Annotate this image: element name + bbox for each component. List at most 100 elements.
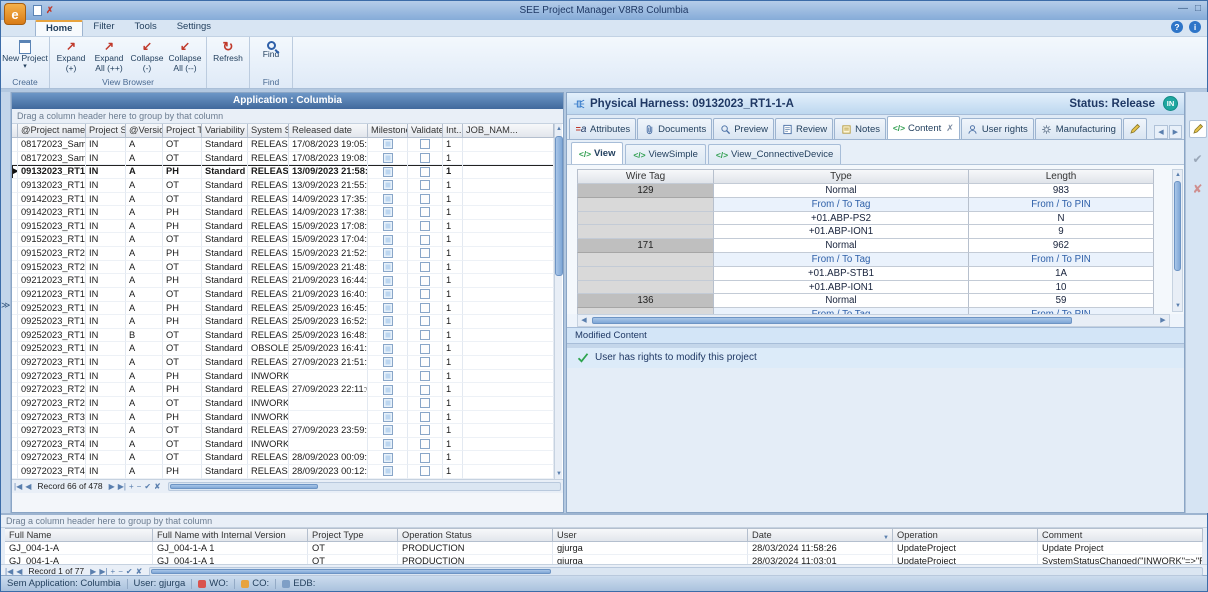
validated-checkbox[interactable] (420, 207, 430, 217)
history-column-project-type[interactable]: Project Type (308, 528, 398, 542)
project-row[interactable]: 08172023_Sam_1INAOTStandardRELEASED17/08… (12, 152, 554, 166)
ribbon-tab-filter[interactable]: Filter (83, 20, 124, 36)
project-row[interactable]: 09252023_RT1INBOTStandardRELEASED25/09/2… (12, 329, 554, 343)
wire-column-type[interactable]: Type (714, 169, 969, 184)
wire-row[interactable]: +01.ABP-ION19 (577, 225, 1154, 239)
validated-checkbox[interactable] (420, 180, 430, 190)
validated-checkbox[interactable] (420, 398, 430, 408)
tab-notes[interactable]: Notes (834, 118, 886, 139)
horizontal-scrollbar[interactable] (149, 567, 1203, 576)
milestone-checkbox[interactable] (383, 276, 393, 286)
ribbon-button-expand-all[interactable]: ↗ExpandAll (++) (90, 38, 128, 77)
wire-row[interactable]: 129Normal983 (577, 184, 1154, 198)
validated-checkbox[interactable] (420, 289, 430, 299)
tab-content[interactable]: </>Content✗ (887, 116, 960, 139)
scroll-down-icon[interactable]: ▼ (555, 469, 563, 479)
validated-checkbox[interactable] (420, 357, 430, 367)
milestone-checkbox[interactable] (383, 466, 393, 476)
validated-checkbox[interactable] (420, 344, 430, 354)
validated-checkbox[interactable] (420, 439, 430, 449)
tab-attributes[interactable]: =aAttributes (569, 118, 636, 139)
expand-panel-button[interactable]: ≫ (1, 300, 10, 311)
left-vertical-scrollbar[interactable]: ▲ ▼ (554, 124, 562, 479)
ribbon-button-find[interactable]: Find (252, 38, 290, 77)
tab-documents[interactable]: Documents (637, 118, 712, 139)
project-row[interactable]: ▶09132023_RT1INAPHStandardRELEASED13/09/… (12, 165, 554, 179)
column-header-project-stat[interactable]: Project Stat... (86, 124, 126, 138)
milestone-checkbox[interactable] (383, 139, 393, 149)
history-column-user[interactable]: User (553, 528, 748, 542)
project-row[interactable]: 09272023_RT2INAOTStandardINWORK1 (12, 397, 554, 411)
ribbon-button-collapse-all[interactable]: ↙CollapseAll (--) (166, 38, 204, 77)
ribbon-button-expand[interactable]: ↗Expand(+) (52, 38, 90, 77)
milestone-checkbox[interactable] (383, 439, 393, 449)
milestone-checkbox[interactable] (383, 262, 393, 272)
subtab-view[interactable]: </>View (571, 142, 623, 164)
history-column-full-name-with-internal-version[interactable]: Full Name with Internal Version (153, 528, 308, 542)
column-header-project-type[interactable]: Project Type (163, 124, 202, 138)
ribbon-tab-home[interactable]: Home (35, 20, 83, 36)
project-row[interactable]: 09252023_RT1INAPHStandardRELEASED25/09/2… (12, 315, 554, 329)
milestone-checkbox[interactable] (383, 425, 393, 435)
project-row[interactable]: 09252023_RT1INAOTStandardOBSOLETE25/09/2… (12, 342, 554, 356)
history-column-operation[interactable]: Operation (893, 528, 1038, 542)
project-row[interactable]: 08172023_Sam_1INAOTStandardRELEASED17/08… (12, 138, 554, 152)
tab-scroll-left-icon[interactable]: ◀ (1154, 125, 1167, 139)
nav-first-button[interactable]: |◀ (14, 482, 22, 491)
scrollbar-thumb[interactable] (170, 484, 319, 489)
milestone-checkbox[interactable] (383, 235, 393, 245)
maximize-button[interactable]: □ (1195, 3, 1201, 14)
project-row[interactable]: 09272023_RT3INAPHStandardINWORK1 (12, 411, 554, 425)
project-row[interactable]: 09152023_RT1INAPHStandardRELEASED15/09/2… (12, 220, 554, 234)
nav-prev-button[interactable]: ◀ (25, 482, 31, 491)
nav-plus-button[interactable]: + (129, 482, 134, 491)
project-row[interactable]: 09272023_RT4INAOTStandardRELEASED28/09/2… (12, 451, 554, 465)
info-icon[interactable]: i (1189, 21, 1201, 33)
milestone-checkbox[interactable] (383, 398, 393, 408)
horizontal-scrollbar[interactable] (168, 482, 561, 491)
ribbon-tab-settings[interactable]: Settings (167, 20, 221, 36)
milestone-checkbox[interactable] (383, 453, 393, 463)
nav-next-button[interactable]: ▶ (109, 482, 115, 491)
milestone-checkbox[interactable] (383, 289, 393, 299)
column-header-released-date[interactable]: Released date (289, 124, 368, 138)
project-row[interactable]: 09272023_RT2INAPHStandardRELEASED27/09/2… (12, 383, 554, 397)
column-header-job-nam[interactable]: JOB_NAM... (463, 124, 554, 138)
validated-checkbox[interactable] (420, 221, 430, 231)
wire-column-length[interactable]: Length (969, 169, 1154, 184)
validated-checkbox[interactable] (420, 153, 430, 163)
validated-checkbox[interactable] (420, 235, 430, 245)
project-row[interactable]: 09272023_RT1INAOTStandardRELEASED27/09/2… (12, 356, 554, 370)
validated-checkbox[interactable] (420, 262, 430, 272)
project-row[interactable]: 09132023_RT1INAOTStandardRELEASED13/09/2… (12, 179, 554, 193)
ribbon-button-refresh[interactable]: ↻Refresh (209, 38, 247, 77)
project-row[interactable]: 09252023_RT1INAPHStandardRELEASED25/09/2… (12, 302, 554, 316)
wire-row[interactable]: +01.ABP-STB11A (577, 267, 1154, 281)
column-header-validated[interactable]: Validated (408, 124, 443, 138)
wire-row[interactable]: +01.ABP-PS2N (577, 212, 1154, 226)
bottom-group-by-bar[interactable]: Drag a column header here to group by th… (1, 515, 1207, 528)
wire-row[interactable]: +01.ABP-ION110 (577, 281, 1154, 295)
wire-horizontal-scrollbar[interactable]: ◀ ▶ (577, 314, 1170, 327)
scrollbar-thumb[interactable] (151, 569, 551, 574)
edit-button[interactable] (1189, 120, 1207, 138)
project-row[interactable]: 09272023_RT4INAPHStandardRELEASED28/09/2… (12, 465, 554, 479)
ribbon-button-collapse[interactable]: ↙Collapse(-) (128, 38, 166, 77)
milestone-checkbox[interactable] (383, 303, 393, 313)
column-header-variability-t[interactable]: Variability T... (202, 124, 248, 138)
milestone-checkbox[interactable] (383, 371, 393, 381)
project-row[interactable]: 09272023_RT4INAOTStandardINWORK1 (12, 438, 554, 452)
column-header-int[interactable]: Int... (443, 124, 463, 138)
help-icon[interactable]: ? (1171, 21, 1183, 33)
validated-checkbox[interactable] (420, 167, 430, 177)
tab-manufacturing[interactable]: Manufacturing (1035, 118, 1122, 139)
wire-scrollbar-thumb[interactable] (1174, 181, 1181, 271)
subtab-view-connectivedevice[interactable]: </>View_ConnectiveDevice (708, 144, 841, 164)
validated-checkbox[interactable] (420, 194, 430, 204)
tab-scroll-right-icon[interactable]: ▶ (1169, 125, 1182, 139)
tab-review[interactable]: Review (775, 118, 833, 139)
milestone-checkbox[interactable] (383, 412, 393, 422)
wire-row[interactable]: 171Normal962 (577, 239, 1154, 253)
cancel-button[interactable]: ✘ (1189, 180, 1207, 198)
check-button[interactable]: ✔ (144, 482, 151, 491)
